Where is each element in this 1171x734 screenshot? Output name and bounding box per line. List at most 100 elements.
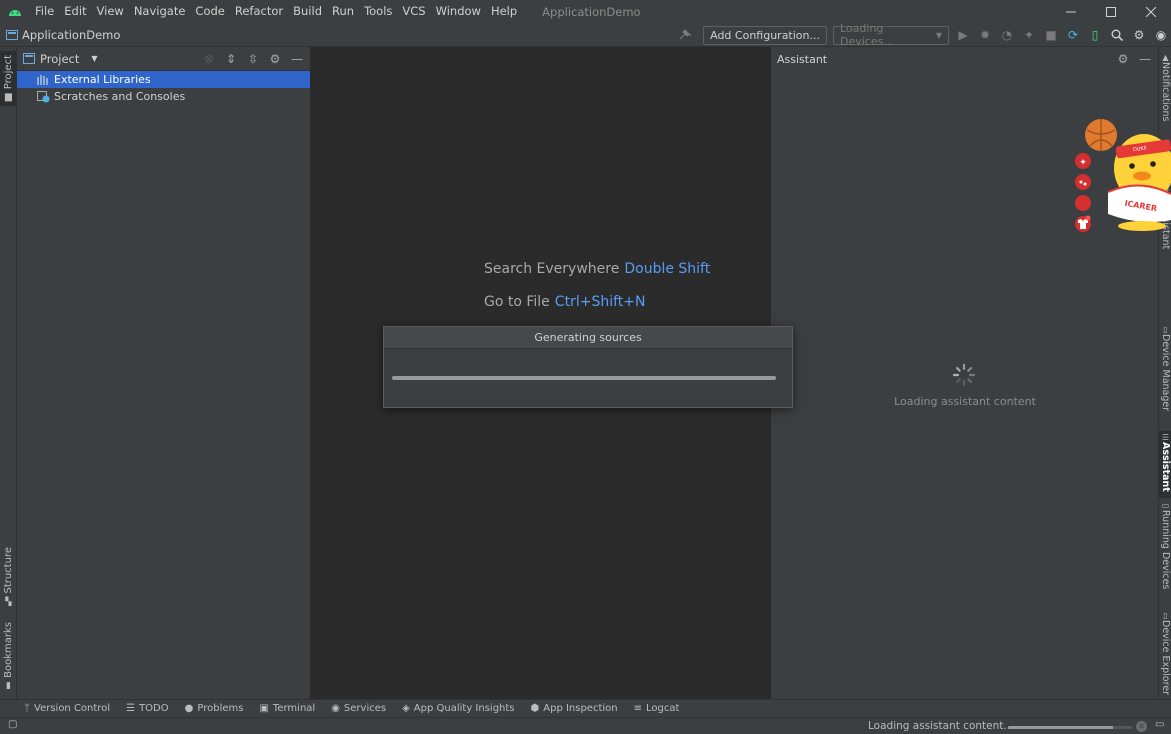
menu-navigate[interactable]: Navigate [129, 0, 191, 23]
project-module-icon [6, 29, 18, 40]
attach-debugger-icon[interactable]: ✦ [1019, 25, 1039, 45]
tool-tab-device-explorer[interactable]: ▯ Device Explorer [1159, 611, 1171, 695]
device-explorer-icon: ▯ [1163, 611, 1168, 620]
expand-all-icon[interactable]: ⇕ [222, 49, 240, 69]
tool-button-label: Logcat [646, 703, 680, 714]
progress-dialog-title: Generating sources [384, 327, 792, 349]
status-progress-fill [1008, 726, 1114, 729]
tree-item-label: External Libraries [54, 73, 151, 86]
tree-item-scratches[interactable]: Scratches and Consoles [17, 88, 310, 105]
tree-item-external-libraries[interactable]: External Libraries [17, 71, 310, 88]
chevron-down-icon[interactable]: ▼ [91, 54, 97, 63]
minimize-button[interactable] [1051, 0, 1091, 23]
tool-button-label: Services [343, 703, 387, 714]
assistant-loading-text: Loading assistant content [894, 395, 1036, 408]
tool-tab-device-manager[interactable]: ▯ Device Manager [1159, 325, 1171, 411]
tool-tab-assistant[interactable]: ☰ Assistant [1159, 431, 1171, 498]
tool-button-app-quality-insights[interactable]: ◈ App Quality Insights [402, 703, 514, 714]
tool-button-terminal[interactable]: ▣ Terminal [259, 703, 315, 714]
menu-code[interactable]: Code [190, 0, 229, 23]
search-icon[interactable] [1107, 25, 1127, 45]
stop-icon[interactable]: ■ [1041, 25, 1061, 45]
menu-help[interactable]: Help [486, 0, 522, 23]
logcat-icon: ≡ [633, 703, 643, 714]
debug-icon[interactable]: ✹ [975, 25, 995, 45]
breadcrumb[interactable]: ApplicationDemo [0, 28, 120, 42]
mascot-widget[interactable]: DUKE ICARER ✦ [1072, 116, 1171, 238]
breadcrumb-project[interactable]: ApplicationDemo [22, 28, 120, 42]
tool-tab-running-devices[interactable]: ▭ Running Devices [1159, 501, 1171, 589]
hint-search-everywhere: Search Everywhere Double Shift [484, 261, 710, 277]
hammer-icon[interactable] [671, 25, 699, 45]
tool-button-app-inspection[interactable]: ⬢ App Inspection [531, 703, 618, 714]
tool-button-label: App Inspection [543, 703, 618, 714]
list-icon: ☰ [126, 703, 136, 714]
tool-tab-bookmarks[interactable]: Bookmarks ▮ [0, 622, 17, 691]
running-devices-icon: ▭ [1161, 501, 1170, 510]
menu-edit[interactable]: Edit [59, 0, 91, 23]
menu-refactor[interactable]: Refactor [230, 0, 288, 23]
project-view-selector[interactable]: Project [40, 52, 79, 66]
sync-gradle-icon[interactable]: ⟳ [1063, 25, 1083, 45]
tool-button-todo[interactable]: ☰ TODO [126, 703, 169, 714]
profile-icon[interactable]: ◔ [997, 25, 1017, 45]
maximize-button[interactable] [1091, 0, 1131, 23]
menu-window[interactable]: Window [431, 0, 486, 23]
tool-tab-project[interactable]: Project ▆ [0, 51, 17, 107]
status-progress-bar [1008, 726, 1132, 729]
menu-file[interactable]: File [30, 0, 59, 23]
device-icon: ▯ [1163, 325, 1168, 334]
settings-icon[interactable]: ⚙ [1129, 25, 1149, 45]
devices-dropdown-label: Loading Devices... [840, 22, 894, 48]
memory-indicator-icon[interactable]: ▭ [1155, 719, 1164, 730]
project-panel: Project ▼ ⊗ ⇕ ⇳ ⚙ — External Libraries S… [17, 47, 311, 699]
tool-tab-structure-label: Structure [3, 547, 14, 594]
tool-tab-notifications[interactable]: ▲ Notifications [1159, 53, 1171, 121]
tool-button-services[interactable]: ◉ Services [331, 703, 386, 714]
collapse-all-icon[interactable]: ⇳ [244, 49, 262, 69]
gear-icon[interactable]: ⚙ [266, 49, 284, 69]
menu-build[interactable]: Build [288, 0, 327, 23]
add-configuration-button[interactable]: Add Configuration... [703, 25, 827, 45]
gear-icon[interactable]: ⚙ [1114, 49, 1132, 69]
close-window-button[interactable] [1131, 0, 1171, 23]
status-text[interactable]: Loading assistant content... [868, 720, 1013, 732]
progress-bar [392, 376, 776, 380]
tool-tab-structure[interactable]: Structure ▚ [0, 547, 17, 606]
window-title: ApplicationDemo [542, 4, 641, 19]
tool-tab-bookmarks-label: Bookmarks [3, 622, 14, 678]
mascot-menu-icon-1: ✦ [1079, 158, 1087, 168]
tool-button-label: TODO [139, 703, 169, 714]
navigation-toolbar: ApplicationDemo Add Configuration... Loa… [0, 22, 1171, 48]
window-controls [1051, 0, 1171, 23]
menu-run[interactable]: Run [327, 0, 359, 23]
account-icon[interactable]: ◉ [1151, 25, 1171, 45]
tool-button-logcat[interactable]: ≡ Logcat [634, 703, 680, 714]
tree-item-label: Scratches and Consoles [54, 90, 186, 103]
tool-button-version-control[interactable]: ᛘ Version Control [24, 703, 110, 714]
structure-icon: ▚ [5, 596, 12, 606]
tool-button-label: Version Control [34, 703, 111, 714]
menu-vcs[interactable]: VCS [397, 0, 430, 23]
progress-bar-fill [392, 376, 776, 380]
device-manager-icon[interactable]: ▯ [1085, 25, 1105, 45]
hide-panel-icon[interactable]: — [288, 49, 306, 69]
menu-tools[interactable]: Tools [359, 0, 397, 23]
menu-view[interactable]: View [92, 0, 129, 23]
assistant-panel-header: Assistant ⚙ — [771, 47, 1158, 71]
tool-button-problems[interactable]: ● Problems [185, 703, 244, 714]
tool-button-label: Problems [197, 703, 244, 714]
tool-tab-label: Device Manager [1160, 334, 1171, 412]
chevron-down-icon: ▼ [935, 30, 942, 40]
insights-icon: ◈ [402, 703, 410, 714]
locate-icon[interactable]: ⊗ [200, 49, 218, 69]
library-icon [37, 75, 48, 85]
assistant-panel-title: Assistant [777, 52, 828, 66]
toggle-tool-windows-icon[interactable]: ▢ [8, 719, 17, 730]
cancel-task-icon[interactable]: ✕ [1136, 721, 1147, 732]
hide-panel-icon[interactable]: — [1136, 49, 1154, 69]
maximize-icon [1106, 6, 1116, 17]
run-icon[interactable]: ▶ [953, 25, 973, 45]
devices-dropdown[interactable]: Loading Devices... ▼ [833, 22, 949, 48]
hint-text: Search Everywhere [484, 261, 620, 277]
